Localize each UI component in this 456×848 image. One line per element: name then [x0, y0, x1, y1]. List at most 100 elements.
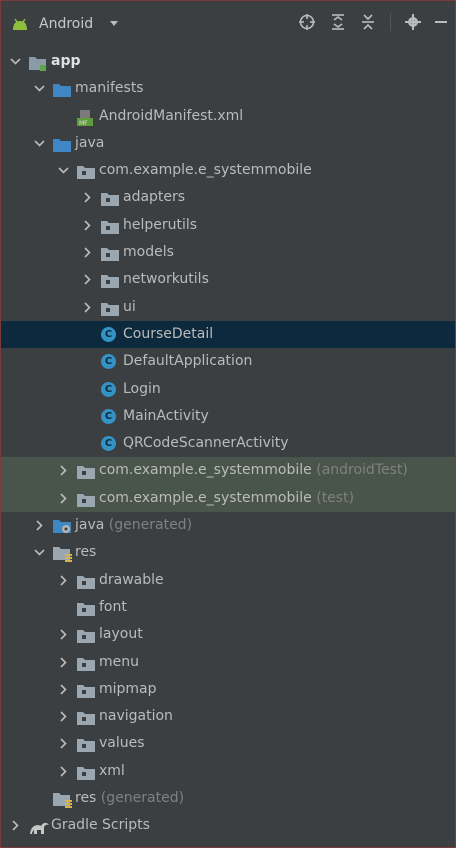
tree-item[interactable]: menu — [1, 649, 455, 676]
package-icon — [77, 764, 95, 780]
chevron-right-icon[interactable] — [57, 485, 69, 512]
package-icon — [77, 682, 95, 698]
tree-item[interactable]: adapters — [1, 184, 455, 211]
chevron-right-icon[interactable] — [57, 676, 69, 703]
chevron-right-icon[interactable] — [57, 649, 69, 676]
tree-item[interactable]: C MainActivity — [1, 403, 455, 430]
tree-item-name: Gradle Scripts — [51, 817, 150, 834]
tree-item[interactable]: font — [1, 594, 455, 621]
package-icon — [77, 600, 95, 616]
tree-item[interactable]: app — [1, 48, 455, 75]
project-panel: Android app manifests MF AndroidManifest… — [0, 0, 456, 848]
tree-item[interactable]: com.example.e_systemmobile (test) — [1, 484, 455, 513]
tree-item[interactable]: java — [1, 130, 455, 157]
chevron-down-icon[interactable] — [9, 48, 21, 75]
tree-item-label: models — [123, 239, 174, 266]
tree-item[interactable]: drawable — [1, 567, 455, 594]
tree-item-label: values — [99, 730, 145, 757]
chevron-down-icon[interactable] — [33, 130, 45, 157]
hide-icon[interactable] — [435, 20, 447, 24]
tree-item-label: networkutils — [123, 266, 209, 293]
package-icon — [77, 573, 95, 589]
class-icon: C — [101, 326, 119, 342]
toolbar-divider — [390, 13, 391, 31]
chevron-right-icon[interactable] — [81, 239, 93, 266]
gear-icon[interactable] — [405, 14, 421, 30]
tree-item-suffix: (generated) — [104, 517, 193, 534]
tree-item-name: xml — [99, 762, 125, 779]
tree-item[interactable]: C QRCodeScannerActivity — [1, 430, 455, 457]
tree-item[interactable]: C DefaultApplication — [1, 348, 455, 375]
chevron-right-icon[interactable] — [57, 730, 69, 757]
collapse-all-icon[interactable] — [360, 13, 376, 31]
tree-item-name: drawable — [99, 571, 164, 588]
chevron-right-icon[interactable] — [57, 703, 69, 730]
tree-item[interactable]: C CourseDetail — [1, 320, 455, 349]
tree-item[interactable]: navigation — [1, 703, 455, 730]
tree-item[interactable]: res — [1, 539, 455, 566]
tree-item-label: res — [75, 539, 96, 566]
tree-item-label: QRCodeScannerActivity — [123, 430, 289, 457]
tree-item-label: com.example.e_systemmobile (androidTest) — [99, 457, 408, 484]
chevron-right-icon[interactable] — [57, 621, 69, 648]
tree-item[interactable]: com.example.e_systemmobile — [1, 157, 455, 184]
tree-item-name: res — [75, 544, 97, 561]
tree-item[interactable]: C Login — [1, 376, 455, 403]
tree-item-name: navigation — [99, 708, 173, 725]
tree-item-name: res — [75, 790, 97, 807]
tree-item-name: models — [123, 244, 174, 261]
tree-item-label: java — [75, 130, 104, 157]
chevron-right-icon[interactable] — [57, 567, 69, 594]
tree-item-name: com.example.e_systemmobile — [99, 162, 312, 179]
tree-item[interactable]: values — [1, 730, 455, 757]
tree-item-name: Login — [123, 380, 161, 397]
tree-item[interactable]: xml — [1, 758, 455, 785]
package-icon — [77, 709, 95, 726]
chevron-down-icon[interactable] — [33, 539, 45, 566]
chevron-right-icon[interactable] — [33, 512, 45, 539]
tree-item-name: font — [99, 598, 127, 615]
tree-item-suffix: (test) — [311, 489, 355, 506]
tree-item-label: menu — [99, 649, 139, 676]
chevron-right-icon[interactable] — [81, 266, 93, 293]
tree-item-name: com.example.e_systemmobile — [99, 489, 312, 506]
res-folder-icon — [53, 545, 72, 563]
tree-item-label: AndroidManifest.xml — [99, 103, 243, 130]
gradle-icon — [29, 818, 49, 835]
chevron-right-icon[interactable] — [57, 758, 69, 785]
tree-item[interactable]: manifests — [1, 75, 455, 102]
tree-item-label: MainActivity — [123, 403, 209, 430]
tree-item[interactable]: Gradle Scripts — [1, 812, 455, 839]
locate-icon[interactable] — [298, 13, 316, 31]
package-icon — [77, 491, 95, 507]
tree-item[interactable]: models — [1, 239, 455, 266]
tree-item[interactable]: mipmap — [1, 676, 455, 703]
chevron-right-icon[interactable] — [81, 294, 93, 321]
tree-item-name: MainActivity — [123, 407, 209, 424]
chevron-right-icon[interactable] — [9, 812, 21, 839]
tree-item[interactable]: ui — [1, 294, 455, 321]
package-icon — [101, 190, 119, 207]
chevron-right-icon[interactable] — [57, 457, 69, 484]
package-icon — [77, 463, 95, 480]
tree-item[interactable]: layout — [1, 621, 455, 648]
tree-item[interactable]: MF AndroidManifest.xml — [1, 103, 455, 130]
tree-item[interactable]: helperutils — [1, 212, 455, 239]
tree-item[interactable]: java (generated) — [1, 512, 455, 539]
tree-item[interactable]: com.example.e_systemmobile (androidTest) — [1, 457, 455, 485]
project-toolbar: Android — [1, 1, 455, 45]
view-selector[interactable]: Android — [13, 16, 119, 32]
chevron-down-icon[interactable] — [33, 75, 45, 102]
tree-item-label: layout — [99, 621, 143, 648]
expand-all-icon[interactable] — [330, 13, 346, 31]
chevron-down-icon[interactable] — [57, 157, 69, 184]
tree-item-label: helperutils — [123, 212, 197, 239]
tree-item-name: java — [75, 517, 105, 534]
tree-item[interactable]: res (generated) — [1, 785, 455, 812]
chevron-right-icon[interactable] — [81, 184, 93, 211]
chevron-right-icon[interactable] — [81, 212, 93, 239]
svg-text:MF: MF — [79, 120, 88, 126]
tree-item-name: networkutils — [123, 271, 209, 288]
tree-item[interactable]: networkutils — [1, 266, 455, 293]
module-folder-icon — [29, 54, 47, 71]
